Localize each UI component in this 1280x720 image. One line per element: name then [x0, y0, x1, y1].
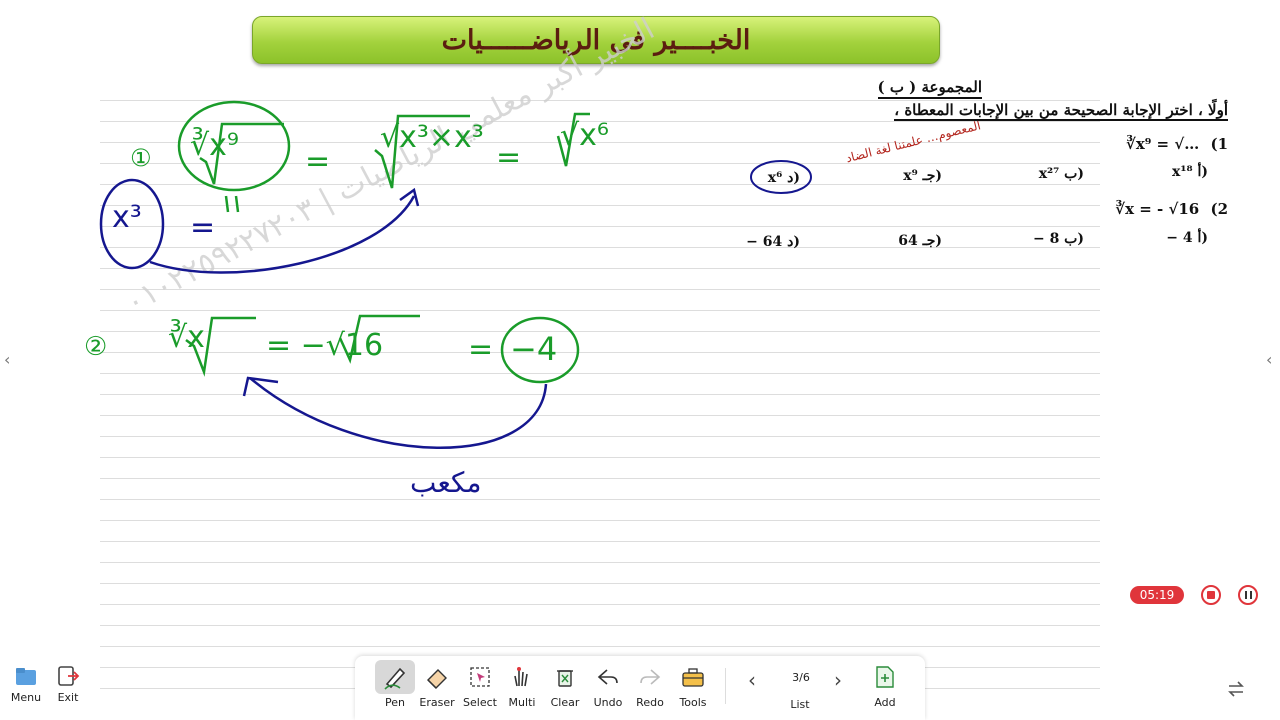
pen-label: Pen [385, 696, 405, 709]
menu-label: Menu [10, 691, 42, 704]
tools-label: Tools [679, 696, 707, 709]
trash-icon [557, 670, 573, 687]
add-page-button[interactable]: Add [865, 660, 905, 709]
handwritten-result-1: x³ [112, 200, 142, 235]
handwritten-eq1-mid: √x³×x³ [380, 120, 484, 155]
undo-label: Undo [593, 696, 623, 709]
list-button[interactable]: List [780, 698, 820, 711]
pause-icon [1244, 591, 1252, 599]
tools-button[interactable]: Tools [673, 660, 713, 709]
handwritten-eq2-right: −4 [510, 330, 558, 368]
handwritten-eq2-left: ∛x [168, 320, 205, 355]
handwritten-cube-note: مكعب [410, 466, 482, 499]
switch-button[interactable] [1226, 680, 1246, 702]
previous-page-button[interactable]: ‹ [748, 668, 756, 692]
add-page-icon [876, 666, 894, 688]
chevron-left-icon: ‹ [748, 668, 756, 692]
toolbox-icon [682, 668, 704, 687]
clear-button[interactable]: Clear [545, 660, 585, 709]
multi-label: Multi [508, 696, 536, 709]
undo-button[interactable]: Undo [588, 660, 628, 709]
pen-icon [384, 667, 406, 690]
undo-icon [597, 669, 618, 685]
stop-recording-button[interactable] [1201, 585, 1221, 605]
handwritten-equals-1: = [305, 144, 331, 179]
redo-icon [640, 669, 661, 685]
handwritten-eq1-right: √x⁶ [560, 118, 609, 153]
add-label: Add [874, 696, 896, 709]
redo-label: Redo [636, 696, 664, 709]
question-2-marker: ② [84, 332, 108, 362]
handwritten-eq1-left: ∛x⁹ [190, 128, 239, 163]
chevron-right-icon: › [834, 668, 842, 692]
stop-icon [1207, 591, 1215, 599]
chevron-left-icon[interactable]: ‹ [4, 350, 10, 369]
next-page-button[interactable]: › [834, 668, 842, 692]
handwriting-strokes [99, 100, 590, 449]
toolbar-divider [725, 668, 726, 704]
question-1-marker: ① [130, 144, 152, 172]
eraser-icon [427, 669, 447, 689]
menu-button[interactable]: Menu [6, 664, 46, 704]
chevron-right-icon[interactable]: ‹ [1266, 350, 1272, 369]
swap-icon [1228, 681, 1244, 697]
pause-recording-button[interactable] [1238, 585, 1258, 605]
folder-icon [16, 668, 36, 685]
handwritten-equals-4: = [468, 332, 494, 367]
eraser-tool-button[interactable]: Eraser [417, 660, 457, 709]
hand-icon [514, 667, 528, 687]
eraser-label: Eraser [419, 696, 455, 709]
clear-label: Clear [550, 696, 580, 709]
exit-button[interactable]: Exit [48, 664, 88, 704]
pen-tool-button[interactable]: Pen [375, 660, 415, 709]
select-icon [470, 667, 490, 687]
multi-touch-button[interactable]: Multi [502, 660, 542, 709]
blue-arrow-2 [249, 377, 548, 449]
recording-timer: 05:19 [1130, 586, 1184, 604]
page-indicator: 3/6 [792, 671, 810, 684]
redo-button[interactable]: Redo [630, 660, 670, 709]
handwritten-eq2-mid: = −√16 [266, 328, 384, 363]
select-tool-button[interactable]: Select [460, 660, 500, 709]
exit-label: Exit [57, 691, 79, 704]
handwritten-equals-3: = [190, 210, 216, 245]
exit-icon [58, 666, 80, 686]
handwritten-equals-2: = [496, 140, 522, 175]
select-label: Select [463, 696, 497, 709]
